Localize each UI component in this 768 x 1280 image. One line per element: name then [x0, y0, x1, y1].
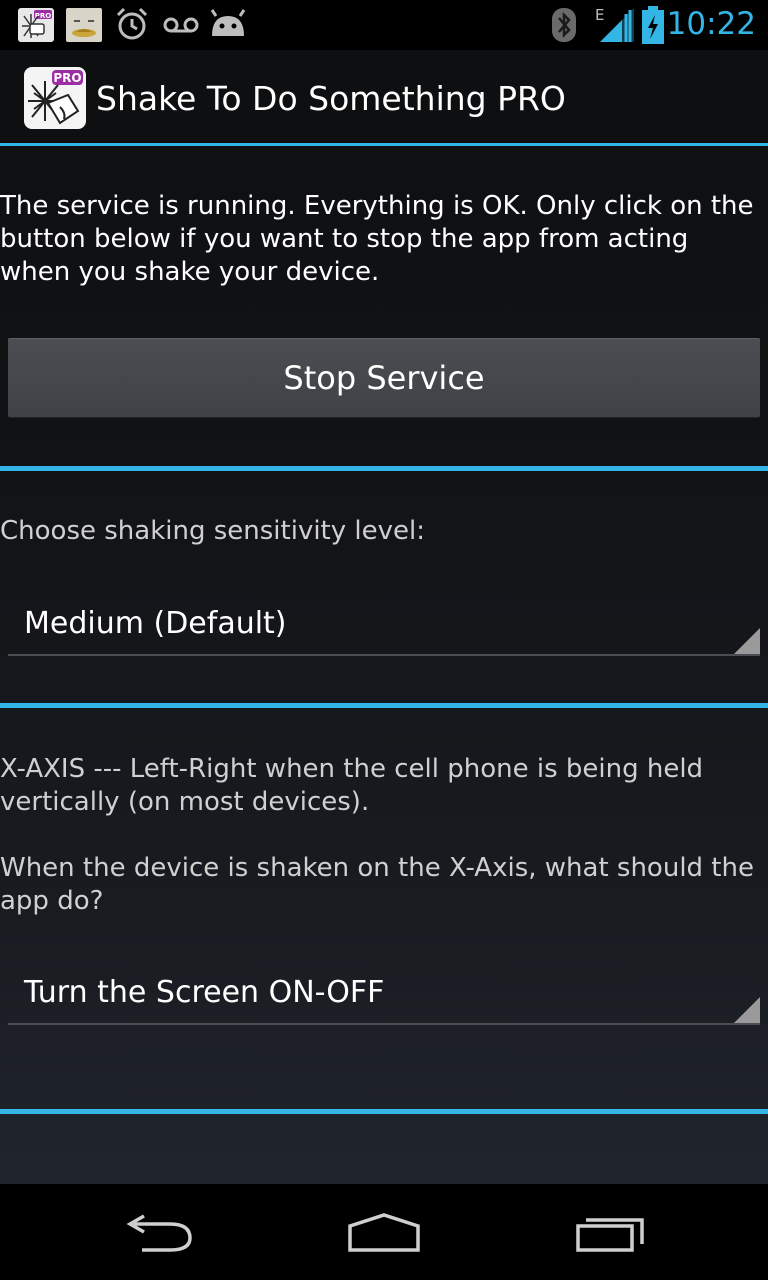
- back-icon[interactable]: [124, 1214, 196, 1254]
- section-divider-1: [0, 466, 768, 471]
- clock: 10:22: [666, 6, 756, 42]
- action-bar: PRO Shake To Do Something PRO: [0, 50, 768, 143]
- home-icon[interactable]: [346, 1212, 422, 1254]
- battery-charging-icon: [642, 6, 664, 44]
- navigation-bar: [0, 1184, 768, 1280]
- voicemail-icon: [163, 17, 199, 33]
- x-axis-description: X-AXIS --- Left-Right when the cell phon…: [0, 754, 704, 817]
- x-axis-action-spinner[interactable]: Turn the Screen ON-OFF: [8, 953, 760, 1025]
- stop-service-button[interactable]: Stop Service: [8, 338, 760, 417]
- recent-apps-icon[interactable]: [574, 1214, 646, 1254]
- section-divider-2: [0, 703, 768, 708]
- x-axis-selected-action: Turn the Screen ON-OFF: [24, 975, 385, 1010]
- dropdown-arrow-icon: [734, 628, 760, 654]
- alarm-clock-icon: [116, 7, 148, 40]
- app-logo-icon[interactable]: PRO: [24, 67, 86, 129]
- sensitivity-selected-value: Medium (Default): [24, 606, 287, 641]
- android-icon: [210, 9, 246, 36]
- sleeping-app-icon: [66, 8, 102, 42]
- sensitivity-label: Choose shaking sensitivity level:: [0, 516, 425, 546]
- app-pro-icon: PRO: [18, 8, 54, 42]
- app-title: Shake To Do Something PRO: [96, 79, 566, 118]
- app-logo-badge: PRO: [53, 71, 81, 85]
- action-bar-divider: [0, 143, 768, 146]
- section-divider-3: [0, 1109, 768, 1114]
- sensitivity-spinner[interactable]: Medium (Default): [8, 584, 760, 656]
- service-status-message: The service is running. Everything is OK…: [0, 191, 754, 287]
- bluetooth-icon: [552, 8, 576, 42]
- x-axis-question: When the device is shaken on the X-Axis,…: [0, 853, 754, 916]
- screen: PRO E 10:22 PRO Shake To Do Something PR…: [0, 0, 768, 1280]
- status-bar: PRO E 10:22: [0, 0, 768, 50]
- dropdown-arrow-icon: [734, 997, 760, 1023]
- signal-icon: [600, 8, 634, 42]
